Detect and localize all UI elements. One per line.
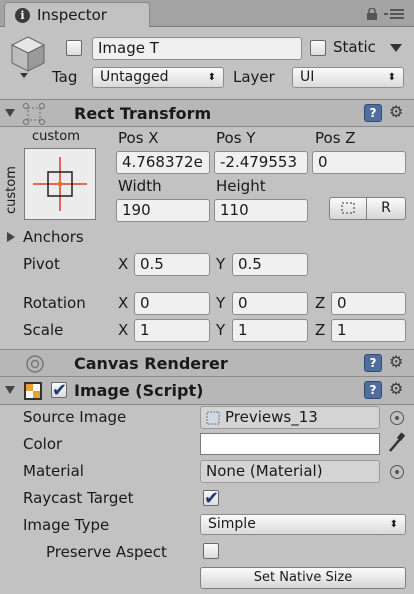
help-icon[interactable]: ?: [364, 104, 382, 122]
pivot-y-axis-label: Y: [216, 255, 226, 273]
static-dropdown-icon[interactable]: [390, 44, 402, 52]
set-native-size-button[interactable]: Set Native Size: [200, 567, 406, 589]
image-type-dropdown[interactable]: Simple ⬍: [200, 514, 406, 535]
context-menu-icon[interactable]: [382, 7, 406, 21]
blueprint-icon: [341, 202, 355, 214]
eyedropper-icon[interactable]: [386, 432, 406, 454]
rotation-z-field[interactable]: 0: [331, 292, 406, 315]
pos-z-field[interactable]: 0: [312, 151, 406, 174]
raycast-target-checkbox[interactable]: ✔: [203, 488, 220, 509]
pos-x-label: Pos X: [118, 129, 159, 147]
width-field[interactable]: 190: [116, 199, 210, 222]
image-component-icon: [24, 382, 42, 400]
tab-label: Inspector: [37, 6, 107, 24]
static-label: Static: [333, 38, 376, 56]
layer-label: Layer: [233, 68, 275, 86]
foldout-expanded-icon[interactable]: [5, 108, 15, 118]
anchor-preset-side-label: custom: [4, 166, 19, 214]
anchor-preset-top-label: custom: [32, 129, 80, 144]
checkmark-icon: ✔: [52, 380, 68, 401]
checkmark-icon: ✔: [204, 488, 220, 509]
scale-label: Scale: [23, 321, 64, 339]
rect-transform-title: Rect Transform: [74, 104, 212, 123]
object-picker-icon[interactable]: [390, 411, 404, 425]
pos-x-field[interactable]: 4.768372e: [116, 151, 210, 174]
sprite-icon: [206, 411, 220, 425]
scale-x-axis-label: X: [118, 321, 129, 339]
rotation-x-field[interactable]: 0: [134, 292, 210, 315]
tag-label: Tag: [52, 68, 78, 86]
scale-y-field[interactable]: 1: [232, 319, 308, 342]
image-enabled-checkbox[interactable]: ✔: [51, 380, 68, 401]
anchor-preset-icon: [33, 157, 87, 211]
image-type-label: Image Type: [23, 516, 110, 534]
width-label: Width: [118, 177, 162, 195]
pivot-label: Pivot: [23, 255, 60, 273]
preserve-aspect-checkbox[interactable]: [203, 543, 219, 559]
blueprint-mode-button[interactable]: [329, 197, 367, 220]
material-field[interactable]: None (Material): [200, 460, 380, 483]
height-label: Height: [216, 177, 266, 195]
pos-y-label: Pos Y: [216, 129, 256, 147]
object-picker-icon[interactable]: [390, 465, 404, 479]
object-name-field[interactable]: Image T: [92, 37, 302, 60]
pos-y-field[interactable]: -2.479553: [214, 151, 308, 174]
rotation-y-axis-label: Y: [216, 294, 226, 312]
canvas-renderer-title: Canvas Renderer: [74, 354, 228, 373]
image-script-header[interactable]: ✔ Image (Script) ? ⚙: [0, 377, 414, 405]
scale-z-field[interactable]: 1: [331, 319, 406, 342]
pivot-x-axis-label: X: [118, 255, 129, 273]
anchor-presets-button[interactable]: [24, 148, 96, 220]
color-label: Color: [23, 435, 63, 453]
gear-icon[interactable]: ⚙: [389, 352, 403, 371]
gear-icon[interactable]: ⚙: [389, 379, 403, 398]
scale-y-axis-label: Y: [216, 321, 226, 339]
rotation-x-axis-label: X: [118, 294, 129, 312]
info-icon: i: [15, 8, 30, 23]
layer-dropdown[interactable]: UI ⬍: [292, 67, 404, 88]
material-label: Material: [23, 462, 84, 480]
rotation-z-axis-label: Z: [315, 294, 326, 312]
foldout-collapsed-icon[interactable]: [6, 232, 16, 242]
rotation-y-field[interactable]: 0: [232, 292, 308, 315]
rect-transform-header[interactable]: Rect Transform ? ⚙: [0, 99, 414, 127]
lock-icon[interactable]: [366, 8, 378, 20]
canvas-renderer-header[interactable]: Canvas Renderer ? ⚙: [0, 349, 414, 377]
popup-arrows-icon: ⬍: [389, 519, 398, 530]
help-icon[interactable]: ?: [364, 381, 382, 399]
help-icon[interactable]: ?: [364, 354, 382, 372]
raw-edit-button[interactable]: R: [366, 197, 406, 220]
popup-arrows-icon: ⬍: [387, 72, 396, 83]
tag-value: Untagged: [100, 69, 169, 85]
active-checkbox[interactable]: [66, 40, 82, 56]
source-image-value: Previews_13: [225, 408, 318, 426]
source-image-label: Source Image: [23, 408, 127, 426]
height-field[interactable]: 110: [214, 199, 308, 222]
pivot-x-field[interactable]: 0.5: [134, 253, 210, 276]
raycast-target-label: Raycast Target: [23, 489, 134, 507]
source-image-field[interactable]: Previews_13: [200, 406, 380, 429]
tab-inspector[interactable]: i Inspector: [4, 2, 150, 27]
layer-value: UI: [300, 69, 315, 85]
image-script-title: Image (Script): [74, 381, 204, 400]
color-field[interactable]: [200, 433, 380, 455]
anchors-foldout[interactable]: Anchors: [23, 228, 84, 246]
scale-z-axis-label: Z: [315, 321, 326, 339]
pos-z-label: Pos Z: [315, 129, 356, 147]
image-type-value: Simple: [208, 516, 256, 532]
popup-arrows-icon: ⬍: [207, 72, 216, 83]
tab-bar: i Inspector: [0, 0, 414, 27]
static-checkbox[interactable]: [310, 40, 326, 56]
scale-x-field[interactable]: 1: [134, 319, 210, 342]
preserve-aspect-label: Preserve Aspect: [46, 543, 167, 561]
tag-dropdown[interactable]: Untagged ⬍: [92, 67, 224, 88]
rect-transform-icon: [23, 103, 45, 125]
rotation-label: Rotation: [23, 294, 86, 312]
canvas-renderer-icon: [26, 355, 44, 373]
pivot-y-field[interactable]: 0.5: [232, 253, 308, 276]
gameobject-cube-icon[interactable]: [8, 33, 48, 79]
foldout-expanded-icon[interactable]: [5, 385, 15, 395]
gear-icon[interactable]: ⚙: [389, 102, 403, 121]
